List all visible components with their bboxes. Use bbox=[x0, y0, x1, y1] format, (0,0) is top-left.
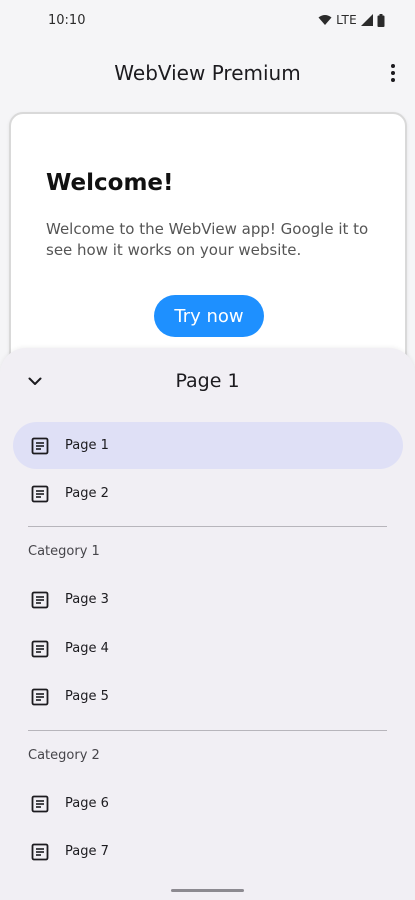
navigation-bottom-sheet: Page 1 Page 1 Page 2 Category 1 Page 3 P… bbox=[0, 348, 415, 900]
document-icon bbox=[30, 842, 50, 862]
document-icon bbox=[30, 687, 50, 707]
try-now-button[interactable]: Try now bbox=[154, 295, 264, 337]
nav-item-page-6[interactable]: Page 6 bbox=[13, 780, 403, 827]
document-icon bbox=[30, 436, 50, 456]
nav-item-page-1[interactable]: Page 1 bbox=[13, 422, 403, 469]
divider bbox=[28, 526, 387, 527]
status-icons: LTE bbox=[318, 13, 385, 27]
nav-item-label: Page 5 bbox=[65, 689, 109, 704]
document-icon bbox=[30, 639, 50, 659]
welcome-heading: Welcome! bbox=[46, 170, 174, 196]
category-label-2: Category 2 bbox=[28, 748, 100, 763]
nav-item-label: Page 1 bbox=[65, 438, 109, 453]
nav-item-label: Page 7 bbox=[65, 844, 109, 859]
signal-icon bbox=[361, 14, 373, 26]
status-time: 10:10 bbox=[48, 12, 86, 28]
wifi-icon bbox=[318, 14, 332, 26]
nav-item-label: Page 6 bbox=[65, 796, 109, 811]
more-vertical-icon[interactable] bbox=[385, 61, 401, 85]
nav-item-page-5[interactable]: Page 5 bbox=[13, 673, 403, 720]
status-bar: 10:10 LTE bbox=[0, 0, 415, 40]
divider bbox=[28, 730, 387, 731]
nav-item-label: Page 4 bbox=[65, 641, 109, 656]
home-indicator[interactable] bbox=[171, 889, 244, 892]
nav-item-page-4[interactable]: Page 4 bbox=[13, 625, 403, 672]
battery-icon bbox=[377, 13, 385, 27]
app-bar: WebView Premium bbox=[0, 40, 415, 106]
nav-item-label: Page 3 bbox=[65, 592, 109, 607]
nav-item-page-3[interactable]: Page 3 bbox=[13, 576, 403, 623]
document-icon bbox=[30, 484, 50, 504]
network-label: LTE bbox=[336, 13, 357, 27]
sheet-header: Page 1 bbox=[0, 348, 415, 416]
nav-item-page-2[interactable]: Page 2 bbox=[13, 470, 403, 517]
app-title: WebView Premium bbox=[114, 61, 301, 85]
welcome-text: Welcome to the WebView app! Google it to… bbox=[46, 220, 369, 259]
document-icon bbox=[30, 590, 50, 610]
category-label-1: Category 1 bbox=[28, 544, 100, 559]
sheet-title: Page 1 bbox=[175, 370, 240, 392]
nav-item-page-7[interactable]: Page 7 bbox=[13, 828, 403, 875]
nav-item-label: Page 2 bbox=[65, 486, 109, 501]
document-icon bbox=[30, 794, 50, 814]
